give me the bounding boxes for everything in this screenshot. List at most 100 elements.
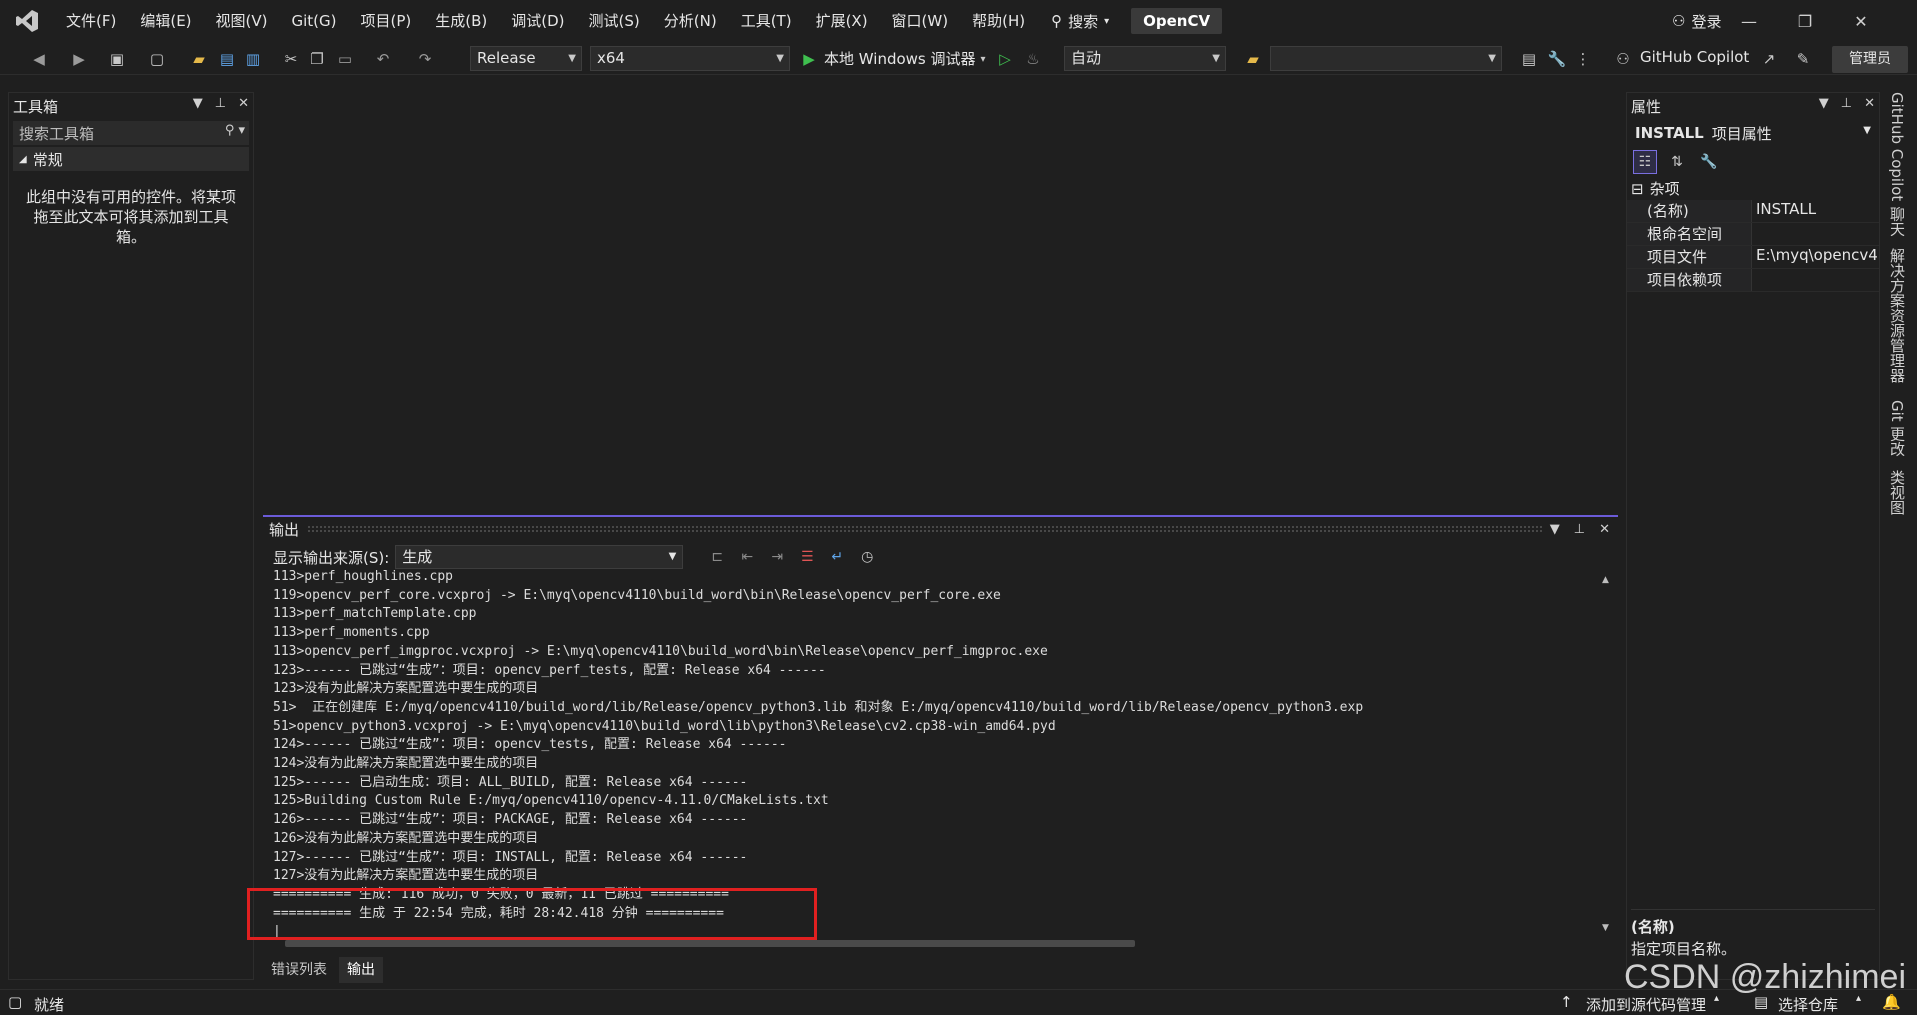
- output-source-select[interactable]: 生成 ▼: [395, 545, 684, 569]
- dropdown-icon[interactable]: ▼: [193, 96, 203, 111]
- start-without-debug-icon[interactable]: ▷: [994, 48, 1016, 70]
- close-icon[interactable]: ✕: [238, 96, 249, 111]
- cut-icon[interactable]: ✂: [280, 48, 302, 70]
- configuration-select[interactable]: Release ▼: [470, 46, 582, 71]
- property-row[interactable]: 项目文件E:\myq\opencv4110: [1627, 246, 1879, 269]
- property-value[interactable]: E:\myq\opencv4110: [1751, 246, 1879, 268]
- scroll-down-icon[interactable]: ▼: [1602, 923, 1609, 933]
- property-row[interactable]: 根命名空间: [1627, 223, 1879, 246]
- login-button[interactable]: ⚇ 登录: [1672, 0, 1721, 42]
- menu-item[interactable]: 帮助(H): [960, 0, 1037, 42]
- categorized-icon[interactable]: ☷: [1633, 150, 1657, 174]
- restore-button[interactable]: ❐: [1777, 0, 1833, 42]
- menu-item[interactable]: 文件(F): [54, 0, 128, 42]
- search-icon[interactable]: ⚲ ▾: [225, 123, 245, 138]
- menu-item[interactable]: 分析(N): [652, 0, 729, 42]
- toolbox-panel: 工具箱 ▼ ⊥ ✕ 搜索工具箱 ⚲ ▾ ◢ 常规 此组中没有可用的控件。将某项拖…: [8, 92, 254, 980]
- properties-object-select[interactable]: INSTALL 项目属性 ▼: [1631, 121, 1875, 145]
- property-pages-icon[interactable]: 🔧: [1697, 150, 1721, 174]
- paste-icon[interactable]: ▭: [334, 48, 356, 70]
- copilot-icon[interactable]: ⚇: [1612, 48, 1634, 70]
- undo-icon[interactable]: ↶: [372, 48, 394, 70]
- search-button[interactable]: ⚲ 搜索 ▾: [1037, 11, 1123, 32]
- layout-icon[interactable]: ▤: [1518, 48, 1540, 70]
- dropdown-icon[interactable]: ▼: [1550, 522, 1560, 537]
- property-value[interactable]: INSTALL: [1751, 200, 1879, 222]
- folder-icon[interactable]: ▰: [1242, 48, 1264, 70]
- start-debug-icon[interactable]: ▶: [798, 48, 820, 70]
- copy-icon[interactable]: ❐: [306, 48, 328, 70]
- tab-output[interactable]: 输出: [339, 957, 383, 983]
- add-item-icon[interactable]: ▢: [146, 48, 168, 70]
- arrow-up-icon: ↑: [1560, 993, 1573, 1011]
- back-icon[interactable]: ◀: [28, 48, 50, 70]
- close-icon[interactable]: ✕: [1864, 96, 1875, 111]
- side-tab-copilot-chat[interactable]: GitHub Copilot 聊天: [1888, 92, 1908, 236]
- menu-item[interactable]: 测试(S): [577, 0, 652, 42]
- save-icon[interactable]: ▤: [216, 48, 238, 70]
- menu-item[interactable]: 调试(D): [499, 0, 576, 42]
- feedback-icon[interactable]: ✎: [1792, 48, 1814, 70]
- menu-item[interactable]: 项目(P): [349, 0, 424, 42]
- previous-message-icon[interactable]: ⇤: [735, 545, 759, 569]
- word-wrap-icon[interactable]: ↵: [825, 545, 849, 569]
- menu-item[interactable]: 窗口(W): [880, 0, 961, 42]
- platform-select[interactable]: x64 ▼: [590, 46, 790, 71]
- property-row[interactable]: 项目依赖项: [1627, 269, 1879, 292]
- scroll-up-icon[interactable]: ▲: [1602, 575, 1609, 585]
- minimize-button[interactable]: —: [1721, 0, 1777, 42]
- bottom-tabs: 错误列表 输出: [263, 957, 383, 983]
- toolbox-search-input[interactable]: 搜索工具箱 ⚲ ▾: [13, 121, 249, 145]
- output-vertical-scrollbar[interactable]: ▲ ▼: [1600, 575, 1614, 935]
- wrench-icon[interactable]: 🔧: [1546, 48, 1568, 70]
- menu-item[interactable]: 视图(V): [204, 0, 280, 42]
- menu-item[interactable]: 编辑(E): [128, 0, 203, 42]
- properties-category[interactable]: ⊟ 杂项: [1627, 177, 1879, 200]
- property-key: 项目文件: [1627, 246, 1751, 268]
- open-folder-icon[interactable]: ▰: [188, 48, 210, 70]
- property-row[interactable]: (名称) INSTALL: [1627, 200, 1879, 223]
- menu-item[interactable]: 工具(T): [729, 0, 804, 42]
- side-tab-git-changes[interactable]: Git 更改: [1888, 400, 1908, 456]
- close-icon[interactable]: ✕: [1599, 522, 1610, 537]
- more-options-icon[interactable]: ⋮: [1572, 48, 1594, 70]
- scroll-thumb[interactable]: [285, 940, 1135, 947]
- pin-icon[interactable]: ⊥: [215, 96, 226, 111]
- output-text[interactable]: 113>perf_houghlines.cpp 119>opencv_perf_c…: [273, 568, 1591, 943]
- chevron-down-icon[interactable]: ▾: [972, 48, 994, 70]
- auto-select[interactable]: 自动 ▼: [1064, 46, 1226, 71]
- drag-handle[interactable]: [307, 525, 1542, 533]
- forward-icon[interactable]: ▶: [68, 48, 90, 70]
- side-tab-class-view[interactable]: 类视图: [1888, 470, 1908, 515]
- menu-item[interactable]: Git(G): [280, 0, 349, 42]
- hot-reload-icon[interactable]: ♨: [1022, 48, 1044, 70]
- menu-item[interactable]: 生成(B): [423, 0, 499, 42]
- visual-studio-logo-icon[interactable]: [12, 6, 42, 36]
- debugger-button[interactable]: 本地 Windows 调试器: [824, 48, 976, 69]
- dropdown-icon[interactable]: ▼: [1819, 96, 1829, 111]
- output-line: 113>perf_moments.cpp: [273, 625, 430, 641]
- menu-item[interactable]: 扩展(X): [804, 0, 880, 42]
- redo-icon[interactable]: ↷: [414, 48, 436, 70]
- toolbox-group[interactable]: ◢ 常规: [13, 147, 249, 171]
- share-icon[interactable]: ↗: [1758, 48, 1780, 70]
- output-title: 输出: [269, 520, 300, 539]
- save-all-icon[interactable]: ▥: [242, 48, 264, 70]
- startup-item-select[interactable]: ▼: [1270, 46, 1502, 71]
- find-message-icon[interactable]: ⊏: [705, 545, 729, 569]
- pin-icon[interactable]: ⊥: [1574, 522, 1585, 537]
- new-project-icon[interactable]: ▣: [106, 48, 128, 70]
- add-to-source-control-button[interactable]: 添加到源代码管理: [1586, 994, 1706, 1015]
- alphabetical-icon[interactable]: ⇅: [1665, 150, 1689, 174]
- next-message-icon[interactable]: ⇥: [765, 545, 789, 569]
- clear-all-icon[interactable]: ☰: [795, 545, 819, 569]
- clock-icon[interactable]: ◷: [855, 545, 879, 569]
- close-window-button[interactable]: ✕: [1833, 0, 1889, 42]
- property-value[interactable]: [1751, 223, 1879, 245]
- side-tab-solution-explorer[interactable]: 解决方案资源管理器: [1888, 248, 1908, 383]
- pin-icon[interactable]: ⊥: [1841, 96, 1852, 111]
- select-repository-button[interactable]: 选择仓库: [1778, 994, 1838, 1015]
- tab-error-list[interactable]: 错误列表: [263, 957, 335, 983]
- copilot-button[interactable]: GitHub Copilot: [1640, 48, 1749, 66]
- property-value[interactable]: [1751, 269, 1879, 291]
